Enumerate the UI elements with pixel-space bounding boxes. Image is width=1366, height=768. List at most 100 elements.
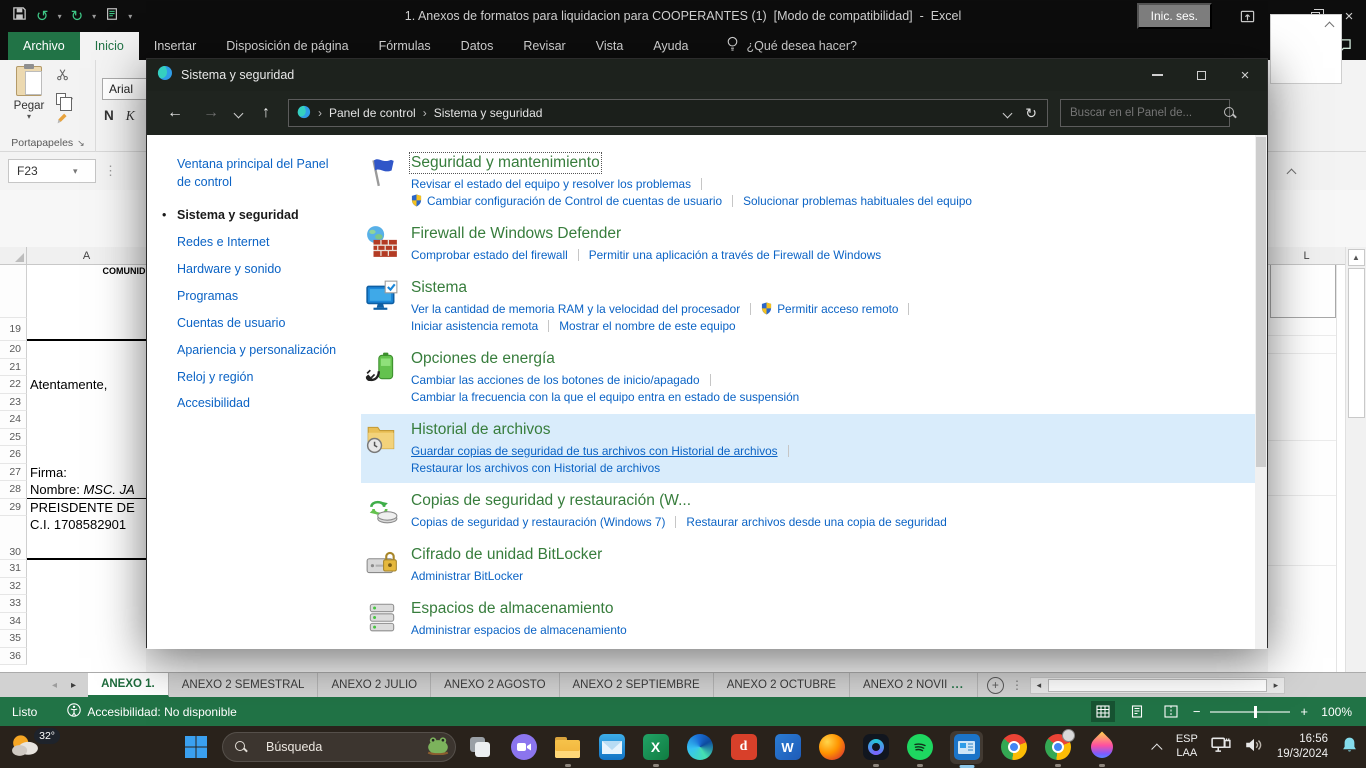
italic-button[interactable]: K	[126, 108, 135, 124]
breadcrumb-sistema-y-seguridad[interactable]: Sistema y seguridad	[434, 106, 543, 120]
cp-maximize-button[interactable]	[1179, 59, 1223, 91]
section-title-link[interactable]: Espacios de almacenamiento	[411, 600, 613, 618]
task-link[interactable]: Comprobar estado del firewall	[411, 248, 568, 262]
section-title-link[interactable]: Copias de seguridad y restauración (W...	[411, 492, 691, 510]
ribbon-display-options-icon[interactable]	[1230, 0, 1264, 32]
edge-icon[interactable]	[686, 734, 713, 761]
section-title-link[interactable]: Sistema	[411, 279, 467, 297]
sheet-tab-anexo1[interactable]: ANEXO 1.	[88, 673, 169, 697]
zoom-slider[interactable]	[1210, 711, 1290, 713]
tab-disposicion[interactable]: Disposición de página	[211, 32, 363, 60]
excel-icon[interactable]: X	[642, 734, 669, 761]
sidebar-item-cuentas-de-usuario[interactable]: Cuentas de usuario	[177, 315, 361, 332]
forward-icon[interactable]: →	[203, 104, 219, 122]
column-header-l[interactable]: L	[1268, 247, 1345, 264]
network-icon[interactable]	[1211, 737, 1231, 758]
customize-qat-icon[interactable]: ▾	[128, 12, 132, 21]
bitlocker-lock-icon[interactable]	[365, 546, 399, 580]
task-link[interactable]: Permitir acceso remoto	[777, 302, 898, 316]
tab-archivo[interactable]: Archivo	[8, 32, 80, 60]
cp-minimize-button[interactable]	[1135, 59, 1179, 91]
name-box[interactable]: ▾	[8, 159, 96, 183]
select-all-corner[interactable]	[0, 247, 27, 264]
language-indicator[interactable]: ESP LAA	[1176, 733, 1198, 761]
name-box-input[interactable]	[9, 164, 71, 178]
tab-vista[interactable]: Vista	[581, 32, 639, 60]
sidebar-item-accesibilidad[interactable]: Accesibilidad	[177, 395, 361, 412]
task-view-icon[interactable]	[466, 734, 493, 761]
backup-restore-icon[interactable]	[365, 492, 399, 526]
breadcrumb-panel-de-control[interactable]: Panel de control	[329, 106, 416, 120]
start-button[interactable]	[184, 735, 208, 759]
format-painter-icon[interactable]	[56, 112, 69, 130]
system-monitor-icon[interactable]	[365, 279, 399, 313]
sheet-tab-anexo2-semestral[interactable]: ANEXO 2 SEMESTRAL	[169, 673, 319, 697]
task-link[interactable]: Solucionar problemas habituales del equi…	[743, 194, 972, 208]
notification-bell-icon[interactable]	[1341, 736, 1358, 758]
up-icon[interactable]: ↑	[262, 104, 270, 122]
redo-dropdown-icon[interactable]: ▾	[92, 12, 96, 21]
video-call-app-icon[interactable]	[510, 734, 537, 761]
task-link[interactable]: Ver la cantidad de memoria RAM y la velo…	[411, 302, 740, 316]
firewall-icon[interactable]	[365, 225, 399, 259]
zoom-out-icon[interactable]: −	[1193, 704, 1201, 719]
horizontal-scroll-thumb[interactable]	[1048, 679, 1267, 692]
task-link[interactable]: Administrar espacios de almacenamiento	[411, 623, 627, 637]
task-link[interactable]: Administrar BitLocker	[411, 569, 523, 583]
task-link[interactable]: Mostrar el nombre de este equipo	[559, 319, 735, 333]
taskbar-search[interactable]: Búsqueda	[222, 732, 456, 762]
column-header-a[interactable]: A	[27, 247, 146, 264]
print-preview-icon[interactable]	[105, 7, 119, 26]
spreadsheet-grid-right[interactable]: L	[1268, 247, 1345, 672]
add-sheet-button[interactable]: +	[987, 677, 1004, 694]
weather-widget[interactable]: 32°	[8, 730, 60, 764]
pdf-editor-icon[interactable]: d	[730, 734, 757, 761]
file-history-icon[interactable]	[365, 421, 399, 455]
zoom-slider-thumb[interactable]	[1254, 706, 1257, 718]
zoom-in-icon[interactable]: +	[1300, 704, 1308, 719]
save-icon[interactable]	[12, 6, 27, 26]
tab-insertar[interactable]: Insertar	[139, 32, 211, 60]
page-break-view-icon[interactable]	[1159, 701, 1183, 722]
storage-spaces-icon[interactable]	[365, 600, 399, 634]
recent-pages-chevron-icon[interactable]	[235, 104, 242, 122]
cp-search-box[interactable]	[1060, 99, 1230, 127]
power-battery-icon[interactable]	[365, 350, 399, 384]
task-link[interactable]: Cambiar configuración de Control de cuen…	[427, 194, 722, 208]
vertical-scroll-thumb[interactable]	[1348, 268, 1365, 418]
undo-dropdown-icon[interactable]: ▾	[58, 12, 62, 21]
scroll-left-icon[interactable]: ◂	[1031, 680, 1047, 691]
paste-dropdown-icon[interactable]: ▾	[10, 112, 48, 121]
sidebar-item-apariencia[interactable]: Apariencia y personalización	[177, 342, 361, 359]
file-explorer-icon[interactable]	[554, 734, 581, 761]
formula-bar-collapse-icon[interactable]	[1325, 22, 1335, 32]
paint-droplet-app-icon[interactable]	[1088, 734, 1115, 761]
mail-icon[interactable]	[598, 734, 625, 761]
spotify-icon[interactable]	[906, 734, 933, 761]
bold-button[interactable]: N	[104, 108, 114, 124]
cp-scrollbar[interactable]	[1255, 135, 1267, 649]
vertical-scrollbar[interactable]: ▲	[1345, 247, 1366, 672]
task-link[interactable]: Cambiar la frecuencia con la que el equi…	[411, 390, 799, 404]
normal-view-icon[interactable]	[1091, 701, 1115, 722]
scroll-right-icon[interactable]: ▸	[1268, 680, 1284, 691]
section-title-link[interactable]: Historial de archivos	[411, 421, 551, 439]
sheet-tab-anexo2-octubre[interactable]: ANEXO 2 OCTUBRE	[714, 673, 850, 697]
task-link[interactable]: Cambiar las acciones de los botones de i…	[411, 373, 700, 387]
hidden-icons-chevron-icon[interactable]	[1151, 743, 1162, 754]
name-box-dropdown-icon[interactable]: ▾	[73, 166, 78, 177]
section-title-link[interactable]: Seguridad y mantenimiento	[411, 154, 600, 172]
task-link[interactable]: Copias de seguridad y restauración (Wind…	[411, 515, 665, 529]
sheet-nav-left-icon[interactable]: ◂	[52, 680, 57, 691]
cp-scroll-thumb[interactable]	[1256, 137, 1266, 467]
back-icon[interactable]: ←	[167, 104, 183, 122]
cut-icon[interactable]	[56, 68, 69, 86]
webex-icon[interactable]	[862, 734, 889, 761]
tab-revisar[interactable]: Revisar	[508, 32, 580, 60]
cp-search-input[interactable]	[1061, 107, 1224, 119]
address-dropdown-icon[interactable]	[1004, 106, 1011, 120]
sheet-tab-anexo2-septiembre[interactable]: ANEXO 2 SEPTIEMBRE	[560, 673, 714, 697]
paste-button[interactable]: Pegar ▾	[10, 66, 48, 121]
dialog-launcher-icon[interactable]: ↘	[77, 138, 85, 148]
sheet-tab-anexo2-agosto[interactable]: ANEXO 2 AGOSTO	[431, 673, 559, 697]
